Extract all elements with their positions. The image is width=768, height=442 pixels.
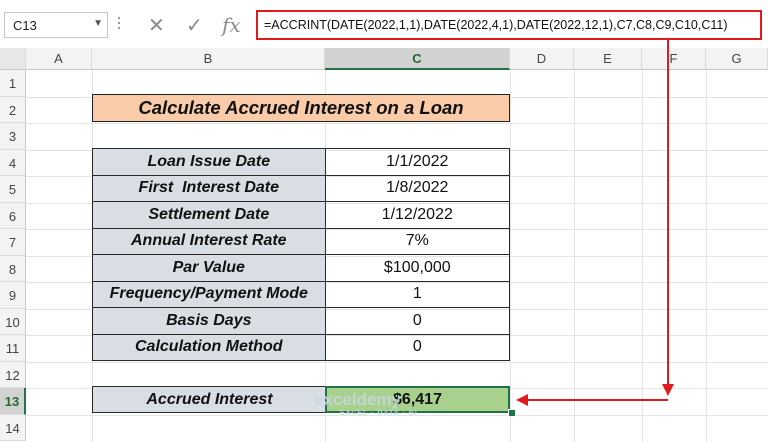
table-value[interactable]: 0 [324,307,511,335]
loan-input-table: Loan Issue Date 1/1/2022 First Interest … [92,148,511,361]
table-row: Basis Days 0 [92,307,511,335]
row-header-10[interactable]: 10 [0,308,26,335]
column-header-f[interactable]: F [642,48,706,70]
column-header-c[interactable]: C [325,48,510,70]
table-label[interactable]: Settlement Date [92,201,326,229]
formula-text: =ACCRINT(DATE(2022,1,1),DATE(2022,4,1),D… [264,18,728,32]
row-number: 2 [8,102,17,118]
row-number: 5 [8,182,17,197]
name-box[interactable]: C13 ▼ [4,12,108,38]
row-header-8[interactable]: 8 [0,255,26,282]
table-row: Annual Interest Rate 7% [92,227,511,255]
row-header-7[interactable]: 7 [0,229,26,256]
table-row: Calculation Method 0 [92,333,511,361]
table-value[interactable]: 0 [324,333,511,361]
table-label[interactable]: First Interest Date [92,174,326,202]
column-header-a[interactable]: A [26,48,92,70]
column-header-d[interactable]: D [510,48,574,70]
row-header-14[interactable]: 14 [0,414,26,441]
row-number: 9 [8,288,17,303]
accrued-interest-row: Accrued Interest $6,417 [92,386,510,413]
table-row: First Interest Date 1/8/2022 [92,174,511,202]
row-number: 8 [8,261,17,277]
row-number: 6 [8,208,17,224]
table-row: Par Value $100,000 [92,254,511,282]
table-value[interactable]: 1/1/2022 [324,148,511,176]
column-header-e[interactable]: E [574,48,642,70]
separator-dots [118,14,122,38]
sheet-title[interactable]: Calculate Accrued Interest on a Loan [92,94,510,122]
row-header-5[interactable]: 5 [0,176,26,203]
enter-icon[interactable]: ✓ [186,13,203,38]
row-number: 4 [8,155,17,171]
row-number: 3 [8,129,17,144]
table-value[interactable]: 1/12/2022 [324,201,511,229]
table-label[interactable]: Annual Interest Rate [92,227,326,255]
formula-input[interactable]: =ACCRINT(DATE(2022,1,1),DATE(2022,4,1),D… [256,10,762,40]
column-header-b[interactable]: B [92,48,325,70]
row-number: 10 [5,314,20,330]
gridline [706,70,707,442]
exceldemy-watermark-logo: exceldemy EXCEL · DATA · BI [314,390,417,417]
accrued-interest-label[interactable]: Accrued Interest [93,387,327,412]
row-header-3[interactable]: 3 [0,123,26,150]
table-row: Frequency/Payment Mode 1 [92,280,511,308]
cancel-icon[interactable]: ✕ [148,13,165,38]
row-header-6[interactable]: 6 [0,202,26,229]
row-header-9[interactable]: 9 [0,282,26,309]
row-header-12[interactable]: 12 [0,361,26,388]
row-header-1[interactable]: 1 [0,70,26,97]
table-value[interactable]: $100,000 [324,254,511,282]
row-number: 12 [5,367,20,383]
watermark-tagline: EXCEL · DATA · BI [340,410,418,417]
fill-handle[interactable] [508,409,516,417]
gridline [574,70,575,442]
chevron-down-icon[interactable]: ▼ [93,18,103,29]
table-value[interactable]: 7% [324,227,511,255]
table-row: Loan Issue Date 1/1/2022 [92,148,511,176]
gridline [26,123,768,124]
name-box-value: C13 [13,18,37,33]
table-label[interactable]: Frequency/Payment Mode [92,280,326,308]
table-row: Settlement Date 1/12/2022 [92,201,511,229]
row-header-13[interactable]: 13 [0,388,26,415]
table-value[interactable]: 1 [324,280,511,308]
function-icon[interactable]: fx [222,13,241,37]
gridline [26,361,768,363]
row-number: 14 [5,420,20,436]
table-value[interactable]: 1/8/2022 [324,174,511,202]
gridline [510,70,511,442]
row-header-4[interactable]: 4 [0,149,26,176]
table-label[interactable]: Calculation Method [92,333,326,361]
row-number: 11 [5,341,20,356]
select-all-corner[interactable] [0,48,26,70]
row-number: 13 [4,394,20,409]
table-label[interactable]: Basis Days [92,307,326,335]
row-header-11[interactable]: 11 [0,335,26,362]
table-label[interactable]: Par Value [92,254,326,282]
row-number: 7 [8,235,17,250]
gridline [642,70,643,442]
formula-bar: C13 ▼ ✕ ✓ fx =ACCRINT(DATE(2022,1,1),DAT… [0,0,768,49]
table-label[interactable]: Loan Issue Date [92,148,326,176]
row-number: 1 [8,76,17,91]
watermark-name: exceldemy [314,390,401,409]
column-header-g[interactable]: G [706,48,768,70]
row-header-2[interactable]: 2 [0,96,26,123]
